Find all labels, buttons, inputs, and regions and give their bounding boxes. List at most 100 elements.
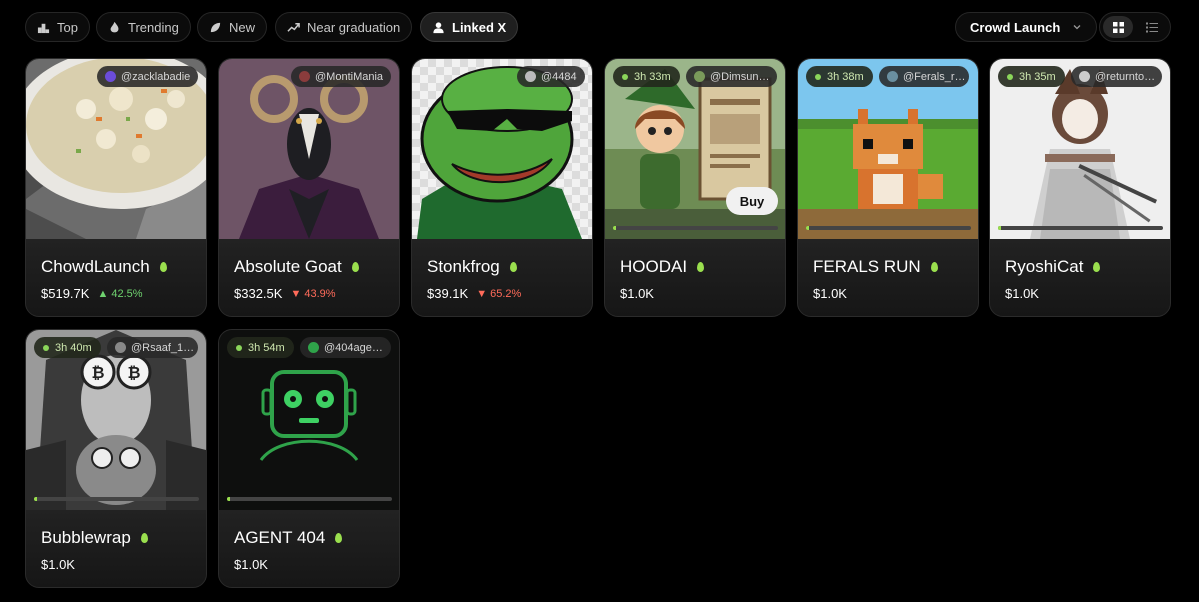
time-text: 3h 40m — [55, 341, 92, 354]
token-name: FERALS RUN — [813, 257, 938, 277]
creator-handle[interactable]: @MontiMania — [291, 66, 392, 87]
token-card[interactable]: 3h 38m @Ferals_r… FERALS RUN $1.0K — [797, 58, 979, 317]
tab-label: Near graduation — [307, 19, 401, 35]
creator-handle[interactable]: @Dimsun… — [686, 66, 778, 87]
market-cap: $332.5K ▼ 43.9% — [234, 286, 336, 301]
token-name-text: HOODAI — [620, 257, 688, 276]
progress-fill — [806, 226, 810, 230]
token-name: RyoshiCat — [1005, 257, 1101, 277]
age-badge: 3h 38m — [806, 66, 873, 87]
buy-button[interactable]: Buy — [726, 187, 778, 215]
handle-text: @Ferals_r… — [903, 70, 966, 83]
card-info: ChowdLaunch $519.7K ▲ 42.5% — [26, 239, 206, 316]
change-text: 65.2% — [490, 287, 522, 300]
leaf-icon — [335, 533, 343, 543]
live-dot — [815, 73, 821, 80]
token-name-text: ChowdLaunch — [41, 257, 150, 276]
card-info: HOODAI $1.0K — [605, 239, 785, 316]
leaf-icon — [930, 262, 938, 272]
token-name-text: RyoshiCat — [1005, 257, 1084, 276]
leaf-icon — [1093, 262, 1101, 272]
time-text: 3h 35m — [1019, 70, 1056, 83]
grid-view-button[interactable] — [1103, 16, 1133, 38]
change-text: 42.5% — [111, 287, 143, 300]
podium-icon — [37, 23, 50, 33]
creator-handle[interactable]: @4484 — [517, 66, 585, 87]
handle-text: @404age… — [324, 341, 383, 354]
price-text: $1.0K — [1005, 286, 1039, 301]
price-text: $519.7K — [41, 286, 90, 301]
card-info: RyoshiCat $1.0K — [990, 239, 1170, 316]
card-info: Stonkfrog $39.1K ▼ 65.2% — [412, 239, 592, 316]
time-text: 3h 54m — [248, 341, 285, 354]
price-text: $1.0K — [620, 286, 654, 301]
token-name: HOODAI — [620, 257, 705, 277]
age-badge: 3h 40m — [34, 337, 101, 358]
token-name: ChowdLaunch — [41, 257, 167, 277]
token-card[interactable]: 3h 35m @returnto… RyoshiCat $1.0K — [989, 58, 1171, 317]
token-name: AGENT 404 — [234, 528, 343, 548]
age-badge: 3h 33m — [613, 66, 680, 87]
live-dot — [43, 344, 49, 351]
view-toggle — [1099, 12, 1171, 42]
token-card[interactable]: @4484 Stonkfrog $39.1K ▼ 65.2% — [411, 58, 593, 317]
dropdown-label: Crowd Launch — [970, 19, 1061, 35]
progress-fill — [613, 226, 617, 230]
leaf-icon — [351, 262, 359, 272]
progress-fill — [227, 497, 231, 501]
avatar — [115, 342, 126, 353]
market-cap: $1.0K — [41, 557, 75, 572]
price-text: $332.5K — [234, 286, 283, 301]
leaf-icon — [210, 22, 221, 32]
avatar — [105, 71, 116, 82]
card-info: FERALS RUN $1.0K — [798, 239, 978, 316]
handle-text: @Dimsun… — [710, 70, 770, 83]
price-text: $39.1K — [427, 286, 469, 301]
change-text: 43.9% — [304, 287, 336, 300]
creator-handle[interactable]: @zacklabadie — [97, 66, 199, 87]
creator-handle[interactable]: @Rsaaf_1… — [107, 337, 198, 358]
market-cap: $1.0K — [234, 557, 268, 572]
token-name-text: Stonkfrog — [427, 257, 500, 276]
leaf-icon — [509, 262, 517, 272]
token-card[interactable]: 3h 33m @Dimsun… Buy HOODAI $1.0K — [604, 58, 786, 317]
token-name: Absolute Goat — [234, 257, 359, 277]
trend-up-icon — [287, 22, 300, 32]
market-cap: $1.0K — [813, 286, 847, 301]
user-icon — [433, 21, 444, 33]
progress-fill — [998, 226, 1002, 230]
token-card[interactable]: ₿ ₿ 3h 40m @Rsaaf_1… Bubblewrap $1.0K — [25, 329, 207, 588]
token-card[interactable]: @MontiMania Absolute Goat $332.5K ▼ 43.9% — [218, 58, 400, 317]
arrow-down-icon: ▼ — [476, 287, 488, 300]
bonding-progress-bar — [227, 497, 392, 501]
token-card[interactable]: 3h 54m @404age… AGENT 404 $1.0K — [218, 329, 400, 588]
launch-type-dropdown[interactable]: Crowd Launch — [955, 12, 1098, 42]
flame-icon — [110, 21, 119, 32]
list-icon — [1146, 22, 1158, 32]
price-text: $1.0K — [813, 286, 847, 301]
tab-top[interactable]: Top — [25, 12, 90, 42]
grid-icon — [1112, 21, 1124, 33]
creator-handle[interactable]: @returnto… — [1071, 66, 1162, 87]
token-name-text: FERALS RUN — [813, 257, 921, 276]
token-name: Stonkfrog — [427, 257, 517, 277]
tab-near-graduation[interactable]: Near graduation — [275, 12, 413, 42]
age-badge: 3h 35m — [998, 66, 1065, 87]
bonding-progress-bar — [34, 497, 199, 501]
svg-text:₿: ₿ — [91, 363, 104, 382]
tab-new[interactable]: New — [197, 12, 268, 42]
tab-trending[interactable]: Trending — [96, 12, 191, 42]
tab-linked-x[interactable]: Linked X — [420, 12, 519, 42]
leaf-icon — [159, 262, 167, 272]
creator-handle[interactable]: @404age… — [300, 337, 391, 358]
avatar — [694, 71, 705, 82]
creator-handle[interactable]: @Ferals_r… — [879, 66, 969, 87]
market-cap: $39.1K ▼ 65.2% — [427, 286, 521, 301]
bonding-progress-bar — [806, 226, 971, 230]
list-view-button[interactable] — [1137, 16, 1167, 38]
bonding-progress-bar — [613, 226, 778, 230]
token-card[interactable]: @zacklabadie ChowdLaunch $519.7K ▲ 42.5% — [25, 58, 207, 317]
handle-text: @MontiMania — [315, 70, 384, 83]
chevron-down-icon — [1073, 25, 1081, 30]
price-text: $1.0K — [41, 557, 75, 572]
